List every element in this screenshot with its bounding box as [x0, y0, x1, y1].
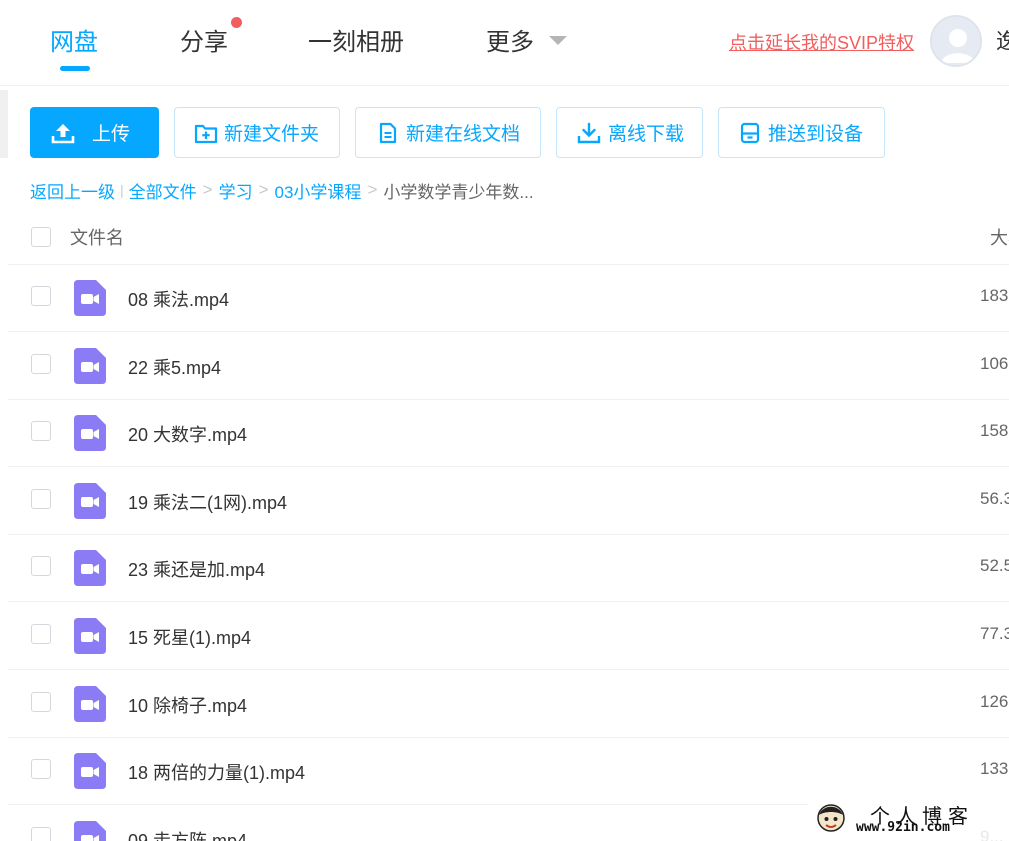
file-name[interactable]: 20 大数字.mp4 [128, 421, 247, 447]
breadcrumb-separator: > [367, 180, 378, 199]
file-row[interactable]: 22 乘5.mp4 106 [8, 332, 1009, 400]
video-file-icon [74, 347, 106, 384]
file-size: 56.3 [980, 488, 1009, 508]
file-row[interactable]: 20 大数字.mp4 158 [8, 399, 1009, 468]
breadcrumb: 返回上一级 | 全部文件 > 学习 > 03小学课程 > 小学数学青少年数... [30, 178, 534, 202]
row-checkbox[interactable] [31, 826, 51, 841]
device-icon [740, 122, 760, 143]
column-header-filename[interactable]: 文件名 [70, 224, 124, 250]
new-online-doc-button[interactable]: 新建在线文档 [355, 107, 541, 158]
document-icon [379, 122, 397, 143]
video-file-icon [74, 280, 106, 316]
chevron-down-icon[interactable] [549, 36, 567, 45]
breadcrumb-item-study[interactable]: 学习 [219, 178, 253, 203]
row-checkbox[interactable] [31, 691, 51, 712]
push-to-device-button[interactable]: 推送到设备 [718, 107, 885, 158]
file-row[interactable]: 10 除椅子.mp4 126 [8, 670, 1009, 738]
row-checkbox[interactable] [31, 556, 51, 577]
video-file-icon [74, 415, 106, 452]
file-name[interactable]: 10 除椅子.mp4 [128, 692, 247, 718]
breadcrumb-separator: > [258, 180, 269, 199]
file-row[interactable]: 08 乘法.mp4 183 [8, 264, 1009, 332]
push-to-device-label: 推送到设备 [768, 124, 864, 145]
video-file-icon [74, 550, 106, 587]
mascot-icon [817, 804, 845, 832]
file-row[interactable]: 18 两倍的力量(1).mp4 133 [8, 737, 1009, 806]
file-name[interactable]: 18 两倍的力量(1).mp4 [128, 759, 305, 785]
new-folder-button[interactable]: 新建文件夹 [174, 107, 340, 158]
upload-button[interactable]: 上传 [30, 107, 159, 158]
watermark-url: www.92in.com [856, 820, 950, 835]
offline-download-label: 离线下载 [608, 124, 685, 145]
file-row[interactable]: 15 死星(1).mp4 77.3 [8, 602, 1009, 670]
user-avatar-icon [932, 17, 980, 65]
breadcrumb-current: 小学数学青少年数... [383, 182, 534, 202]
file-name[interactable]: 09 走方阵.mp4 [128, 827, 247, 841]
video-file-icon [74, 685, 106, 722]
tab-share[interactable]: 分享 [180, 22, 228, 57]
file-size: 106 [980, 353, 1009, 373]
video-file-icon [74, 753, 106, 790]
breadcrumb-back-link[interactable]: 返回上一级 [30, 178, 115, 203]
file-name[interactable]: 15 死星(1).mp4 [128, 624, 251, 650]
breadcrumb-item-all-files[interactable]: 全部文件 [129, 178, 197, 203]
video-file-icon [74, 820, 106, 841]
row-checkbox[interactable] [31, 421, 51, 442]
active-tab-indicator [60, 66, 90, 71]
file-list-header: 文件名 大小 [8, 208, 1009, 265]
sidebar-edge [0, 90, 8, 158]
select-all-checkbox[interactable] [31, 227, 51, 247]
row-checkbox[interactable] [31, 759, 51, 780]
tab-netdisk[interactable]: 网盘 [50, 22, 98, 57]
notification-dot [231, 17, 242, 28]
file-size: 52.5 [980, 556, 1009, 576]
file-name[interactable]: 22 乘5.mp4 [128, 354, 221, 380]
file-size: 77.3 [980, 624, 1009, 643]
row-checkbox[interactable] [31, 488, 51, 509]
file-row[interactable]: 19 乘法二(1网).mp4 56.3 [8, 467, 1009, 535]
avatar[interactable] [930, 15, 982, 67]
row-checkbox[interactable] [31, 286, 51, 306]
file-size: 133 [980, 759, 1009, 779]
file-size: 183 [980, 286, 1009, 305]
tab-album[interactable]: 一刻相册 [308, 22, 404, 57]
breadcrumb-separator: > [202, 180, 213, 199]
row-checkbox[interactable] [31, 353, 51, 374]
video-file-icon [74, 618, 106, 654]
new-folder-label: 新建文件夹 [224, 124, 320, 145]
user-name[interactable]: 逸 [996, 24, 1009, 56]
file-size: 126 [980, 691, 1009, 711]
file-row[interactable]: 23 乘还是加.mp4 52.5 [8, 534, 1009, 603]
file-size: 158 [980, 421, 1009, 441]
download-icon [577, 122, 601, 143]
svip-extend-link[interactable]: 点击延长我的SVIP特权 [729, 29, 914, 55]
row-checkbox[interactable] [31, 624, 51, 644]
tab-more[interactable]: 更多 [486, 22, 534, 57]
new-online-doc-label: 新建在线文档 [406, 124, 521, 145]
top-navigation: 网盘 分享 一刻相册 更多 点击延长我的SVIP特权 逸 [0, 0, 1009, 86]
upload-icon [51, 123, 75, 143]
file-name[interactable]: 23 乘还是加.mp4 [128, 556, 265, 582]
column-header-size[interactable]: 大小 [990, 224, 1009, 250]
upload-label: 上传 [92, 124, 131, 145]
breadcrumb-divider: | [120, 182, 124, 198]
video-file-icon [74, 482, 106, 519]
offline-download-button[interactable]: 离线下载 [556, 107, 703, 158]
folder-plus-icon [194, 124, 218, 143]
file-name[interactable]: 08 乘法.mp4 [128, 286, 229, 312]
breadcrumb-item-course[interactable]: 03小学课程 [275, 178, 362, 203]
file-name[interactable]: 19 乘法二(1网).mp4 [128, 489, 287, 515]
